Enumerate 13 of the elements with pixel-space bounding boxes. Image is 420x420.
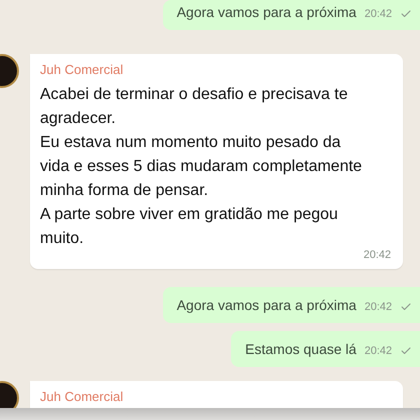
avatar-icon (0, 54, 20, 88)
message-time: 20:42 (364, 345, 392, 357)
sender-name: Juh Comercial (40, 389, 124, 404)
message-text: Acabei de terminar o desafio e precisava te agradecer. (40, 85, 349, 129)
message-text: Agora vamos para a próxima (176, 297, 356, 313)
message-time: 20:42 (364, 301, 392, 313)
sender-name: Juh Comercial (40, 62, 124, 77)
message-text: Estamos quase lá (245, 341, 356, 357)
message-text: A parte sobre viver em gratidão me pegou muito. (40, 205, 339, 249)
message-text: Agora vamos para a próxima (176, 4, 356, 20)
message-time: 20:42 (363, 249, 391, 261)
message-time: 20:42 (364, 8, 392, 20)
message-text: Eu estava num momento muito pesado da vida e esses 5 dias mudaram completamente minha forma de pensar. (40, 133, 363, 201)
